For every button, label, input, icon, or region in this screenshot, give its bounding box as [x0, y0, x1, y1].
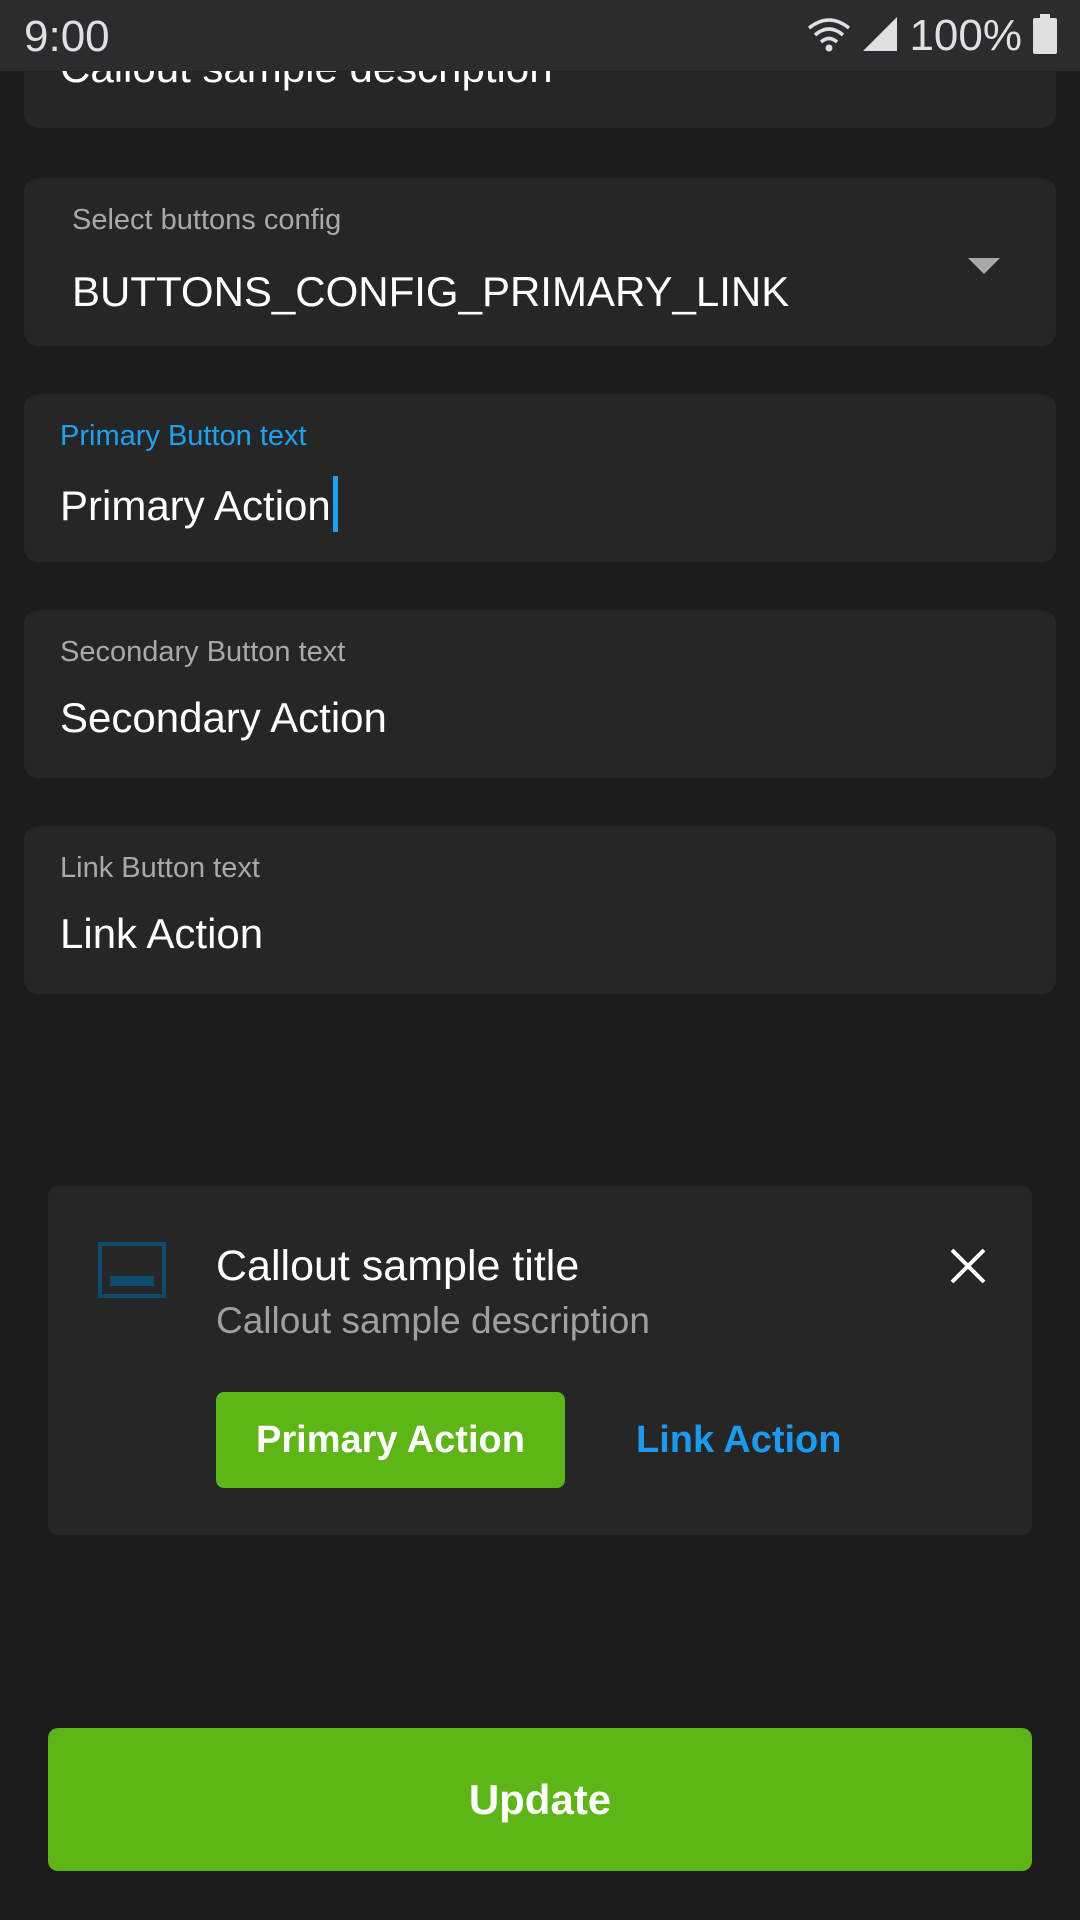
link-button-text-value: Link Action	[60, 910, 264, 957]
secondary-button-text-value: Secondary Action	[60, 694, 387, 741]
update-button[interactable]: Update	[48, 1728, 1032, 1871]
battery-percentage: 100%	[909, 11, 1022, 60]
callout-title: Callout sample title	[216, 1242, 580, 1290]
callout-link-button[interactable]: Link Action	[636, 1392, 841, 1488]
battery-icon	[1032, 13, 1058, 59]
callout-description: Callout sample description	[216, 1300, 650, 1341]
secondary-button-text-label: Secondary Button text	[60, 636, 346, 668]
buttons-config-value: BUTTONS_CONFIG_PRIMARY_LINK	[72, 268, 790, 315]
close-icon[interactable]	[948, 1246, 988, 1286]
link-button-text-field[interactable]: Link Button text Link Action	[24, 826, 1056, 994]
primary-button-text-value: Primary Action	[60, 476, 338, 532]
buttons-config-select[interactable]: Select buttons config BUTTONS_CONFIG_PRI…	[24, 178, 1056, 346]
form-scroll-area[interactable]: Callout sample description Select button…	[0, 0, 1080, 1920]
buttons-config-label: Select buttons config	[72, 204, 342, 236]
dropdown-arrow-icon[interactable]	[968, 258, 1000, 274]
status-icons: 100%	[807, 10, 1058, 62]
secondary-button-text-field[interactable]: Secondary Button text Secondary Action	[24, 610, 1056, 778]
wifi-icon	[807, 16, 851, 57]
status-time: 9:00	[24, 12, 110, 61]
text-cursor	[332, 476, 338, 532]
primary-button-text-input-text: Primary Action	[60, 482, 331, 529]
primary-button-text-field[interactable]: Primary Button text Primary Action	[24, 394, 1056, 562]
image-icon	[98, 1242, 166, 1303]
status-bar: 9:00 100%	[0, 0, 1080, 71]
callout-preview: Callout sample title Callout sample desc…	[48, 1186, 1032, 1535]
link-button-text-label: Link Button text	[60, 852, 260, 884]
signal-icon	[861, 15, 899, 58]
primary-button-text-label: Primary Button text	[60, 420, 307, 452]
callout-primary-button[interactable]: Primary Action	[216, 1392, 565, 1488]
